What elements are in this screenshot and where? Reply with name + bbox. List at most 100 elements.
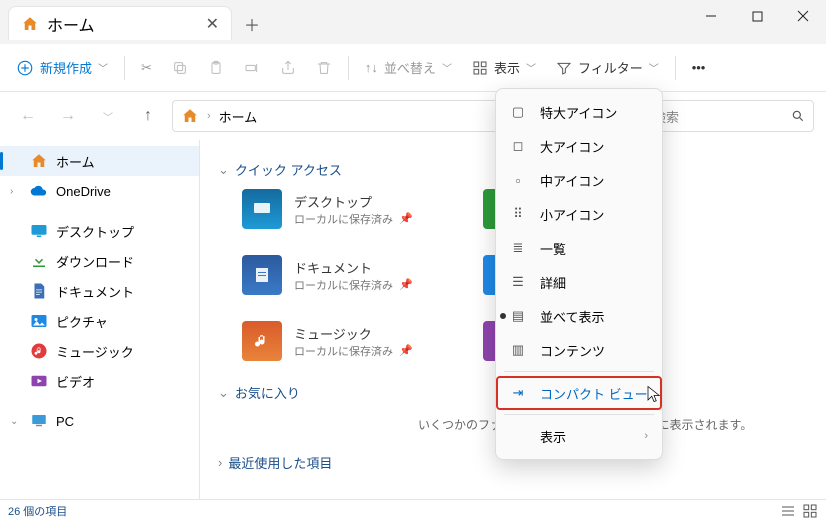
filter-icon (556, 60, 572, 76)
picture-icon (30, 312, 48, 330)
sidebar-item-label: ビデオ (56, 372, 95, 391)
sidebar-item-label: PC (56, 414, 74, 429)
status-bar: 26 個の項目 (0, 499, 826, 521)
item-count: 26 個の項目 (8, 503, 67, 519)
menu-label: 小アイコン (540, 205, 604, 224)
paste-button[interactable] (200, 50, 232, 86)
minimize-button[interactable] (688, 0, 734, 32)
sidebar-item-desktop[interactable]: デスクトップ (0, 216, 199, 246)
separator (124, 56, 125, 80)
filter-button[interactable]: フィルター ﹀ (548, 50, 667, 86)
menu-compact-view[interactable]: ⇥コンパクト ビュー (496, 376, 662, 410)
chevron-down-icon: ⌄ (218, 162, 229, 178)
chevron-right-icon: › (644, 430, 648, 442)
menu-label: 並べて表示 (540, 307, 604, 326)
menu-label: 大アイコン (540, 137, 604, 156)
details-view-button[interactable] (780, 503, 796, 519)
search-box[interactable]: 検索 (644, 100, 814, 132)
m-icons-icon: ▫ (510, 173, 526, 188)
section-label: 最近使用した項目 (228, 453, 332, 472)
view-button[interactable]: 表示 ﹀ (464, 50, 544, 86)
menu-l-icons[interactable]: ◻大アイコン (496, 129, 662, 163)
chevron-down-icon: ﹀ (442, 60, 452, 75)
quick-access-item-documents[interactable]: ドキュメント ローカルに保存済み📌 (242, 255, 413, 295)
new-tab-button[interactable]: ＋ (236, 8, 268, 40)
menu-details[interactable]: ☰詳細 (496, 265, 662, 299)
sidebar-item-pc[interactable]: ⌄ PC (0, 406, 199, 436)
sidebar-item-videos[interactable]: ビデオ (0, 366, 199, 396)
separator (675, 56, 676, 80)
share-icon (280, 60, 296, 76)
chevron-down-icon: ﹀ (526, 60, 536, 75)
menu-separator (504, 414, 654, 415)
sidebar-item-onedrive[interactable]: › OneDrive (0, 176, 199, 206)
menu-separator (504, 371, 654, 372)
separator (348, 56, 349, 80)
nav-bar: ← → ﹀ ↑ › ホーム 検索 (0, 92, 826, 140)
sidebar-item-home[interactable]: ホーム (0, 146, 199, 176)
menu-show-submenu[interactable]: 表示› (496, 419, 662, 453)
trash-icon (316, 60, 332, 76)
item-subtitle: ローカルに保存済み (294, 211, 393, 227)
selected-dot-icon (500, 313, 506, 319)
rename-button[interactable] (236, 50, 268, 86)
sidebar-item-documents[interactable]: ドキュメント (0, 276, 199, 306)
sidebar-item-label: ダウンロード (56, 252, 134, 271)
new-button[interactable]: 新規作成 ﹀ (8, 50, 116, 86)
thumbnails-view-button[interactable] (802, 503, 818, 519)
folder-music-icon (242, 321, 282, 361)
more-button[interactable]: ••• (684, 50, 714, 86)
navigation-pane: ホーム › OneDrive デスクトップ ダウンロード ドキュメント ピクチャ (0, 140, 200, 499)
menu-s-icons[interactable]: ⠿小アイコン (496, 197, 662, 231)
sidebar-item-music[interactable]: ミュージック (0, 336, 199, 366)
video-icon (30, 372, 48, 390)
details-icon: ☰ (510, 274, 526, 290)
share-button[interactable] (272, 50, 304, 86)
address-path: ホーム (219, 107, 258, 126)
close-button[interactable] (780, 0, 826, 32)
item-title: ドキュメント (294, 258, 413, 277)
item-title: ミュージック (294, 324, 413, 343)
sort-button[interactable]: ↑↓ 並べ替え ﹀ (357, 50, 460, 86)
recent-dropdown[interactable]: ﹀ (92, 100, 124, 132)
maximize-button[interactable] (734, 0, 780, 32)
menu-label: 一覧 (540, 239, 566, 258)
search-icon (791, 109, 805, 123)
forward-button[interactable]: → (52, 100, 84, 132)
download-icon (30, 252, 48, 270)
menu-label: 特大アイコン (540, 103, 617, 122)
menu-list[interactable]: ≣一覧 (496, 231, 662, 265)
delete-button[interactable] (308, 50, 340, 86)
chevron-right-icon: › (218, 455, 222, 470)
chevron-right-icon[interactable]: › (10, 186, 22, 197)
sort-icon: ↑↓ (365, 60, 378, 75)
menu-content[interactable]: ▥コンテンツ (496, 333, 662, 367)
quick-access-item-music[interactable]: ミュージック ローカルに保存済み📌 (242, 321, 413, 361)
chevron-down-icon[interactable]: ⌄ (10, 416, 22, 427)
sidebar-item-label: ピクチャ (56, 312, 108, 331)
menu-label: コンパクト ビュー (540, 384, 648, 403)
document-icon (30, 282, 48, 300)
sidebar-item-downloads[interactable]: ダウンロード (0, 246, 199, 276)
up-button[interactable]: ↑ (132, 100, 164, 132)
menu-label: 中アイコン (540, 171, 604, 190)
copy-button[interactable] (164, 50, 196, 86)
tab-title: ホーム (47, 12, 95, 36)
tab-close-icon[interactable]: ✕ (206, 14, 219, 34)
command-bar: 新規作成 ﹀ ✂ ↑↓ 並べ替え ﹀ 表示 ﹀ フィルター ﹀ ••• (0, 44, 826, 92)
menu-xl-icons[interactable]: ▢特大アイコン (496, 95, 662, 129)
quick-access-item-desktop[interactable]: デスクトップ ローカルに保存済み📌 (242, 189, 413, 229)
home-icon (30, 152, 48, 170)
sidebar-item-pictures[interactable]: ピクチャ (0, 306, 199, 336)
plus-circle-icon (16, 59, 34, 77)
chevron-down-icon: ﹀ (98, 60, 108, 75)
menu-m-icons[interactable]: ▫ 中アイコン (496, 163, 662, 197)
section-label: クイック アクセス (235, 160, 342, 179)
cut-button[interactable]: ✂ (133, 50, 160, 86)
chevron-down-icon: ⌄ (218, 385, 229, 401)
back-button[interactable]: ← (12, 100, 44, 132)
section-label: お気に入り (235, 383, 300, 402)
title-bar: ホーム ✕ ＋ (0, 0, 826, 44)
menu-tiles[interactable]: ▤並べて表示 (496, 299, 662, 333)
tab-home[interactable]: ホーム ✕ (8, 6, 232, 40)
